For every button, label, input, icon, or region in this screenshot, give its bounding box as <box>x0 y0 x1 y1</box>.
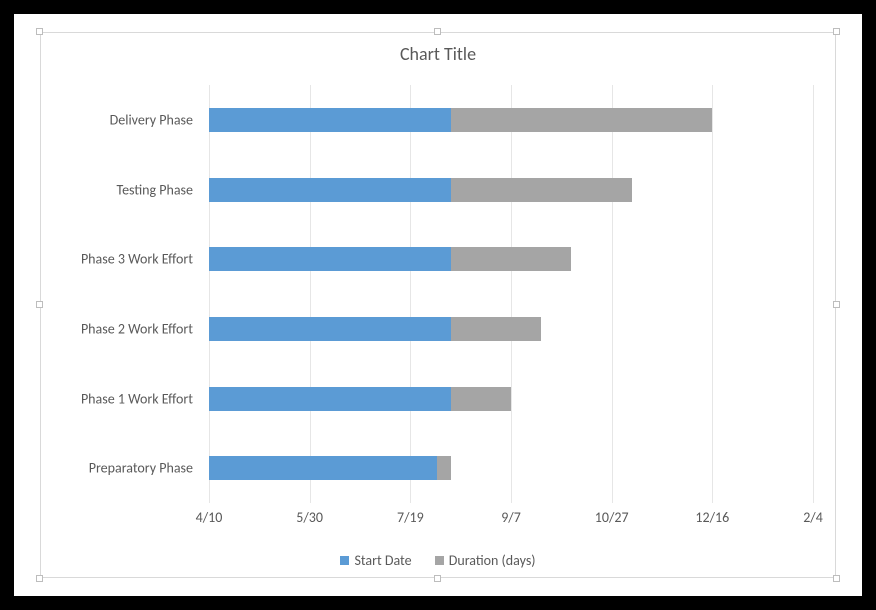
page-canvas: Chart Title Delivery PhaseTesting PhaseP… <box>14 14 862 596</box>
resize-handle-tr[interactable] <box>833 28 840 35</box>
resize-handle-tl[interactable] <box>36 28 43 35</box>
resize-handle-t[interactable] <box>434 28 441 35</box>
resize-handle-bl[interactable] <box>36 575 43 582</box>
resize-handle-l[interactable] <box>36 301 43 308</box>
resize-handle-r[interactable] <box>833 301 840 308</box>
resize-handle-b[interactable] <box>434 575 441 582</box>
selection-frame <box>40 32 836 578</box>
resize-handle-br[interactable] <box>833 575 840 582</box>
